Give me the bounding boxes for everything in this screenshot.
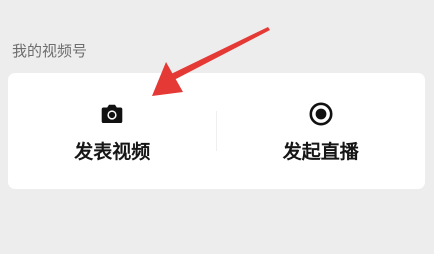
wechat-channels-panel: 我的视频号 发表视频 发起直播 bbox=[0, 0, 434, 254]
start-live-label: 发起直播 bbox=[282, 141, 359, 163]
camera-icon bbox=[101, 104, 123, 123]
publish-video-button[interactable]: 发表视频 bbox=[8, 73, 217, 189]
channels-action-card: 发表视频 发起直播 bbox=[8, 73, 425, 189]
start-live-button[interactable]: 发起直播 bbox=[217, 73, 426, 189]
live-record-icon bbox=[309, 102, 333, 126]
publish-video-label: 发表视频 bbox=[74, 141, 151, 163]
section-title: 我的视频号 bbox=[12, 42, 88, 60]
